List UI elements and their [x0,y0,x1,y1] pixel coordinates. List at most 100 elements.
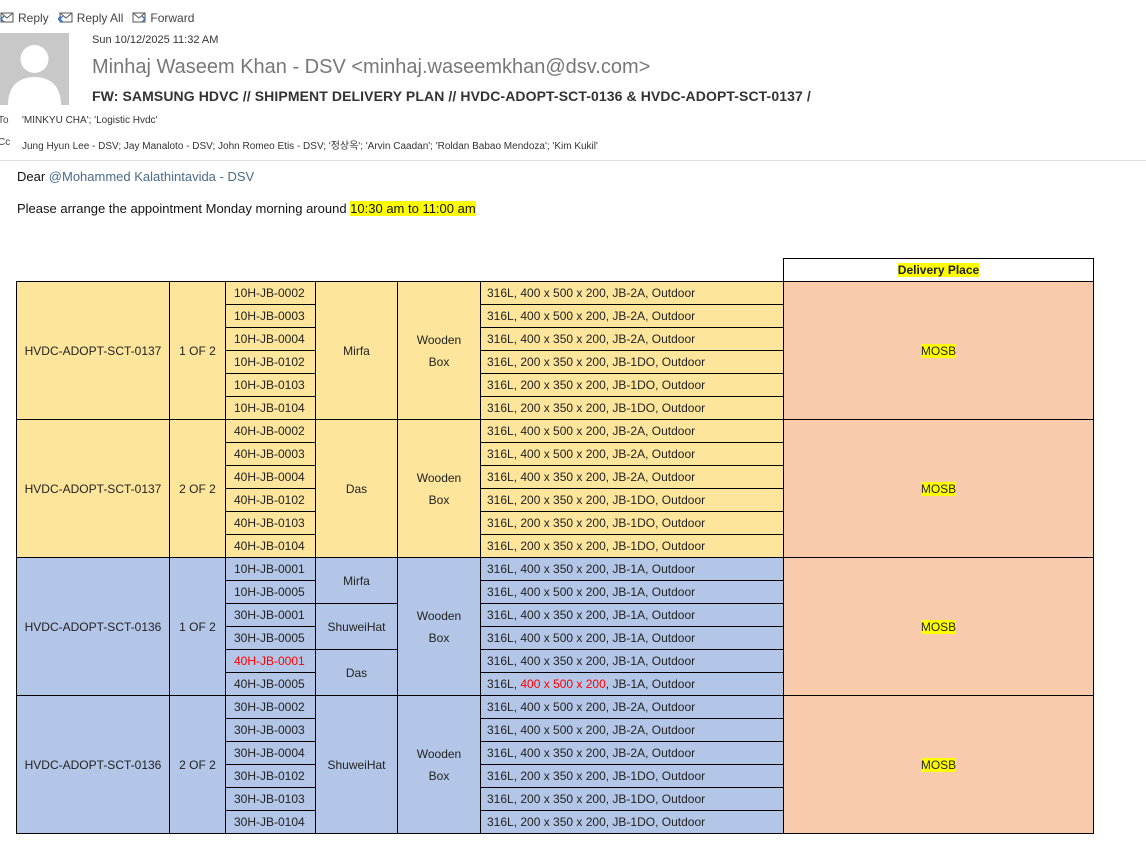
package-count: 1 OF 2 [169,557,226,696]
jb-tag: 40H-JB-0103 [225,511,316,535]
packing-type: Wooden Box [397,281,481,420]
reply-label: Reply [18,11,49,25]
jb-tag: 10H-JB-0002 [225,281,316,305]
jb-description: 316L, 200 x 350 x 200, JB-1DO, Outdoor [480,787,784,811]
jb-description: 316L, 400 x 500 x 200, JB-2A, Outdoor [480,281,784,305]
cc-label: Cc [0,137,11,148]
jb-description: 316L, 200 x 350 x 200, JB-1DO, Outdoor [480,373,784,397]
jb-tag: 40H-JB-0004 [225,465,316,489]
jb-tag: 10H-JB-0102 [225,350,316,374]
site-name: ShuweiHat [315,695,398,834]
package-count: 1 OF 2 [169,281,226,420]
jb-tag: 40H-JB-0102 [225,488,316,512]
delivery-place-cell: MOSB [783,557,1094,696]
greeting: Dear @Mohammed Kalathintavida - DSV [17,169,254,184]
site-name: Mirfa [315,281,398,420]
delivery-plan-table: Delivery Place HVDC-ADOPT-SCT-0137 1 OF … [16,258,1094,834]
jb-description: 316L, 200 x 350 x 200, JB-1DO, Outdoor [480,511,784,535]
jb-description: 316L, 200 x 350 x 200, JB-1DO, Outdoor [480,396,784,420]
shipment-id: HVDC-ADOPT-SCT-0137 [16,419,170,558]
sender-avatar [0,33,69,105]
reply-all-label: Reply All [76,11,124,25]
jb-tag: 10H-JB-0103 [225,373,316,397]
jb-tag: 10H-JB-0005 [225,580,316,604]
reply-all-icon [56,10,77,27]
package-count: 2 OF 2 [169,419,226,558]
jb-tag: 40H-JB-0104 [225,534,316,558]
jb-tag: 40H-JB-0002 [225,419,316,443]
greeting-text: Dear [17,169,49,184]
to-label: To [0,115,9,126]
site-name: Das [315,419,398,558]
packing-line-1: Wooden [416,470,462,485]
packing-line-2: Box [428,630,450,645]
packing-line-2: Box [428,354,450,369]
reply-all-button[interactable]: Reply All [56,10,124,27]
site-name: ShuweiHat [315,603,398,650]
jb-description: 316L, 400 x 500 x 200, JB-2A, Outdoor [480,304,784,328]
jb-description: 316L, 400 x 500 x 200, JB-2A, Outdoor [480,419,784,443]
reply-button[interactable]: Reply [0,10,49,27]
delivery-place-cell: MOSB [783,419,1094,558]
sender[interactable]: Minhaj Waseem Khan - DSV <minhaj.waseemk… [92,56,650,79]
jb-description: 316L, 400 x 350 x 200, JB-2A, Outdoor [480,465,784,489]
jb-tag: 40H-JB-0003 [225,442,316,466]
jb-tag: 10H-JB-0004 [225,327,316,351]
instruction-text: Please arrange the appointment Monday mo… [17,201,351,216]
person-icon [8,45,61,105]
packing-type: Wooden Box [397,419,481,558]
time-window: 10:30 am to 11:00 am [350,201,476,216]
jb-tag: 30H-JB-0103 [225,787,316,811]
delivery-place-cell: MOSB [783,695,1094,834]
delivery-place-value: MOSB [920,481,957,496]
packing-line-1: Wooden [416,746,462,761]
jb-tag: 30H-JB-0102 [225,764,316,788]
jb-tag: 30H-JB-0001 [225,603,316,627]
packing-line-1: Wooden [416,608,462,623]
shipment-id: HVDC-ADOPT-SCT-0136 [16,695,170,834]
delivery-place-cell: MOSB [783,281,1094,420]
jb-description: 316L, 400 x 500 x 200, JB-1A, Outdoor [480,672,784,696]
jb-description: 316L, 400 x 500 x 200, JB-2A, Outdoor [480,718,784,742]
jb-description: 316L, 400 x 350 x 200, JB-1A, Outdoor [480,649,784,673]
packing-type: Wooden Box [397,557,481,696]
table-row: HVDC-ADOPT-SCT-0137 2 OF 2 40H-JB-0002 D… [16,419,1094,558]
header-row: Delivery Place [17,258,1094,282]
forward-button[interactable]: Forward [132,10,194,27]
shipment-id: HVDC-ADOPT-SCT-0136 [16,557,170,696]
desc-prefix: 316L, [487,677,521,691]
jb-description: 316L, 200 x 350 x 200, JB-1DO, Outdoor [480,764,784,788]
to-recipients[interactable]: 'MINKYU CHA'; 'Logistic Hvdc' [22,115,157,126]
jb-description: 316L, 400 x 350 x 200, JB-1A, Outdoor [480,603,784,627]
packing-line-2: Box [428,768,450,783]
jb-description: 316L, 400 x 350 x 200, JB-1A, Outdoor [480,557,784,581]
delivery-place-value: MOSB [920,619,957,634]
package-count: 2 OF 2 [169,695,226,834]
cc-recipients[interactable]: Jung Hyun Lee - DSV; Jay Manaloto - DSV;… [22,137,598,152]
jb-description: 316L, 400 x 500 x 200, JB-2A, Outdoor [480,695,784,719]
packing-type: Wooden Box [397,695,481,834]
header-spacer [17,259,784,282]
desc-suffix: , JB-1A, Outdoor [605,677,696,691]
jb-description: 316L, 200 x 350 x 200, JB-1DO, Outdoor [480,488,784,512]
jb-tag: 30H-JB-0002 [225,695,316,719]
subject: FW: SAMSUNG HDVC // SHIPMENT DELIVERY PL… [92,88,811,104]
mention-link[interactable]: @Mohammed Kalathintavida - DSV [49,169,254,184]
jb-tag-flagged: 40H-JB-0001 [225,649,316,673]
desc-flagged-size: 400 x 500 x 200 [520,677,606,691]
table-row: HVDC-ADOPT-SCT-0136 2 OF 2 30H-JB-0002 S… [16,695,1094,834]
jb-description: 316L, 200 x 350 x 200, JB-1DO, Outdoor [480,350,784,374]
jb-description: 316L, 400 x 500 x 200, JB-1A, Outdoor [480,626,784,650]
sent-date: Sun 10/12/2025 11:32 AM [92,34,219,46]
forward-label: Forward [150,11,195,25]
forward-icon [132,10,150,27]
jb-description: 316L, 200 x 350 x 200, JB-1DO, Outdoor [480,810,784,834]
jb-description: 316L, 200 x 350 x 200, JB-1DO, Outdoor [480,534,784,558]
jb-tag: 10H-JB-0003 [225,304,316,328]
packing-line-1: Wooden [416,332,462,347]
site-name: Das [315,649,398,696]
delivery-place-header-text: Delivery Place [897,263,980,277]
jb-description: 316L, 400 x 500 x 200, JB-1A, Outdoor [480,580,784,604]
jb-description: 316L, 400 x 500 x 200, JB-2A, Outdoor [480,442,784,466]
jb-tag: 30H-JB-0005 [225,626,316,650]
